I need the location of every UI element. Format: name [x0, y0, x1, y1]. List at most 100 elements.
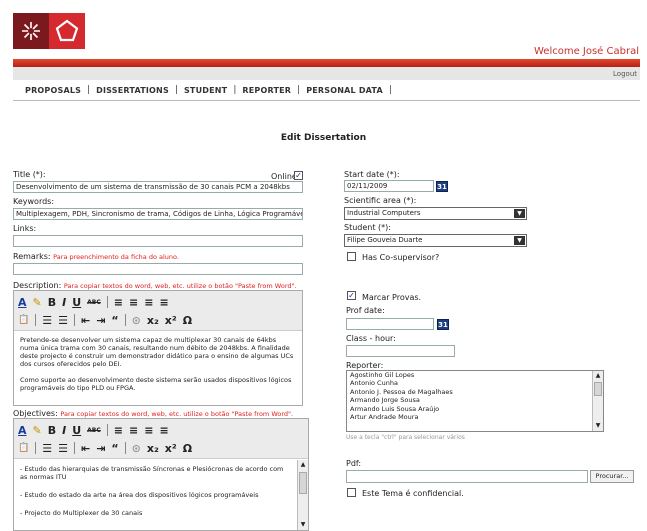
superscript-button[interactable]: x² [165, 314, 177, 327]
scroll-down-icon[interactable]: ▼ [298, 520, 308, 530]
outdent-button[interactable]: ⇤ [81, 442, 90, 455]
paste-from-word-button[interactable]: 📋 [18, 443, 29, 453]
align-left-button[interactable]: ≡ [114, 296, 123, 309]
objectives-content[interactable]: - Estudo das hierarquias de transmissão … [14, 459, 308, 530]
nav-student[interactable]: STUDENT [178, 86, 233, 95]
links-input[interactable] [13, 235, 303, 247]
bullet-list-button[interactable]: ☰ [42, 442, 52, 455]
online-label: Online [271, 172, 297, 181]
main-nav: PROPOSALS | DISSERTATIONS | STUDENT | RE… [13, 80, 640, 101]
cosupervisor-label: Has Co-supervisor? [362, 253, 440, 262]
prof-date-calendar-icon[interactable]: 31 [437, 319, 449, 330]
scroll-up-icon[interactable]: ▲ [298, 460, 308, 470]
bullet-list-button[interactable]: ☰ [42, 314, 52, 327]
keywords-input[interactable]: Multiplexagem, PDH, Sincronismo de trama… [13, 208, 303, 220]
bold-button[interactable]: B [48, 296, 56, 309]
description-editor[interactable]: A ✎ B I U ABC ≡ ≡ ≡ ≡ 📋 ☰ ☰ ⇤ ⇥ “ ⊙ x₂ x… [13, 290, 303, 406]
underline-button[interactable]: U [72, 296, 81, 309]
toolbar-separator [124, 314, 126, 326]
remarks-input[interactable] [13, 263, 303, 275]
strike-button[interactable]: ABC [87, 427, 101, 434]
description-content[interactable]: Pretende-se desenvolver um sistema capaz… [14, 331, 302, 405]
special-char-button[interactable]: Ω [183, 314, 192, 327]
font-color-button[interactable]: A [18, 424, 27, 437]
chevron-down-icon[interactable]: ▼ [514, 236, 525, 245]
confidential-checkbox[interactable] [347, 488, 356, 497]
font-color-button[interactable]: A [18, 296, 27, 309]
bold-button[interactable]: B [48, 424, 56, 437]
scroll-down-icon[interactable]: ▼ [593, 421, 603, 431]
pdf-file-input[interactable] [346, 470, 588, 483]
reporter-option[interactable]: Antonio Cunha [347, 379, 603, 387]
paste-from-word-button[interactable]: 📋 [18, 315, 29, 325]
online-checkbox[interactable]: ✓ [294, 171, 303, 180]
marcar-provas-checkbox[interactable]: ✓ [347, 291, 356, 300]
subscript-button[interactable]: x₂ [147, 314, 159, 327]
superscript-button[interactable]: x² [165, 442, 177, 455]
scroll-thumb[interactable] [299, 472, 307, 494]
toolbar-separator [73, 442, 75, 454]
align-center-button[interactable]: ≡ [129, 424, 138, 437]
underline-button[interactable]: U [72, 424, 81, 437]
nav-dissertations[interactable]: DISSERTATIONS [90, 86, 175, 95]
reporter-option[interactable]: Armando Luis Sousa Araújo [347, 405, 603, 413]
align-justify-button[interactable]: ≡ [159, 296, 168, 309]
reporter-option[interactable]: Agostinho Gil Lopes [347, 371, 603, 379]
class-hour-input[interactable] [346, 345, 455, 357]
description-paragraph: Pretende-se desenvolver um sistema capaz… [20, 336, 294, 368]
chevron-down-icon[interactable]: ▼ [514, 209, 525, 218]
student-select[interactable]: Filipe Gouveia Duarte ▼ [344, 234, 527, 247]
nav-personal-data[interactable]: PERSONAL DATA [300, 86, 389, 95]
strike-button[interactable]: ABC [87, 299, 101, 306]
nav-separator: | [388, 85, 392, 95]
reporter-option[interactable]: Antonio J. Pessoa de Magalhaes [347, 388, 603, 396]
blockquote-button[interactable]: “ [111, 314, 118, 327]
toolbar-separator [106, 296, 108, 308]
reporter-option[interactable]: Armando Jorge Sousa [347, 396, 603, 404]
highlight-button[interactable]: ✎ [33, 296, 42, 309]
blockquote-button[interactable]: “ [111, 442, 118, 455]
italic-button[interactable]: I [62, 296, 66, 309]
subscript-button[interactable]: x₂ [147, 442, 159, 455]
logout-link[interactable]: Logout [613, 70, 637, 78]
align-right-button[interactable]: ≡ [144, 296, 153, 309]
link-button[interactable]: ⊙ [132, 442, 141, 455]
title-input[interactable]: Desenvolvimento de um sistema de transmi… [13, 181, 303, 193]
align-right-button[interactable]: ≡ [144, 424, 153, 437]
align-justify-button[interactable]: ≡ [159, 424, 168, 437]
highlight-button[interactable]: ✎ [33, 424, 42, 437]
description-toolbar: A ✎ B I U ABC ≡ ≡ ≡ ≡ 📋 ☰ ☰ ⇤ ⇥ “ ⊙ x₂ x… [14, 291, 302, 331]
browse-button[interactable]: Procurar... [590, 470, 634, 483]
scroll-up-icon[interactable]: ▲ [593, 371, 603, 381]
scroll-thumb[interactable] [594, 382, 602, 396]
class-hour-label: Class - hour: [346, 334, 396, 343]
align-center-button[interactable]: ≡ [129, 296, 138, 309]
nav-proposals[interactable]: PROPOSALS [19, 86, 87, 95]
cosupervisor-checkbox[interactable] [347, 252, 356, 261]
remarks-hint: Para preenchimento da ficha do aluno. [53, 253, 179, 261]
confidential-label: Este Tema é confidencial. [362, 489, 464, 498]
sci-area-value: Industrial Computers [347, 209, 421, 217]
outdent-button[interactable]: ⇤ [81, 314, 90, 327]
keywords-label: Keywords: [13, 197, 55, 206]
objectives-item: - Estudo do estado da arte na área dos d… [20, 491, 259, 499]
objectives-editor[interactable]: A ✎ B I U ABC ≡ ≡ ≡ ≡ 📋 ☰ ☰ ⇤ ⇥ “ ⊙ x₂ x… [13, 418, 309, 531]
indent-button[interactable]: ⇥ [96, 442, 105, 455]
nav-reporter[interactable]: REPORTER [236, 86, 297, 95]
indent-button[interactable]: ⇥ [96, 314, 105, 327]
italic-button[interactable]: I [62, 424, 66, 437]
sci-area-select[interactable]: Industrial Computers ▼ [344, 207, 527, 220]
start-date-calendar-icon[interactable]: 31 [436, 181, 448, 192]
objectives-scrollbar[interactable]: ▲ ▼ [297, 460, 308, 530]
numbered-list-button[interactable]: ☰ [58, 314, 68, 327]
reporter-option[interactable]: Artur Andrade Moura [347, 413, 603, 421]
prof-date-input[interactable] [346, 318, 434, 330]
align-left-button[interactable]: ≡ [114, 424, 123, 437]
page-title: Edit Dissertation [280, 133, 367, 143]
special-char-button[interactable]: Ω [183, 442, 192, 455]
link-button[interactable]: ⊙ [132, 314, 141, 327]
reporter-scrollbar[interactable]: ▲ ▼ [592, 371, 603, 431]
start-date-input[interactable]: 02/11/2009 [344, 180, 434, 192]
reporter-listbox[interactable]: Agostinho Gil Lopes Antonio Cunha Antoni… [346, 370, 604, 432]
numbered-list-button[interactable]: ☰ [58, 442, 68, 455]
